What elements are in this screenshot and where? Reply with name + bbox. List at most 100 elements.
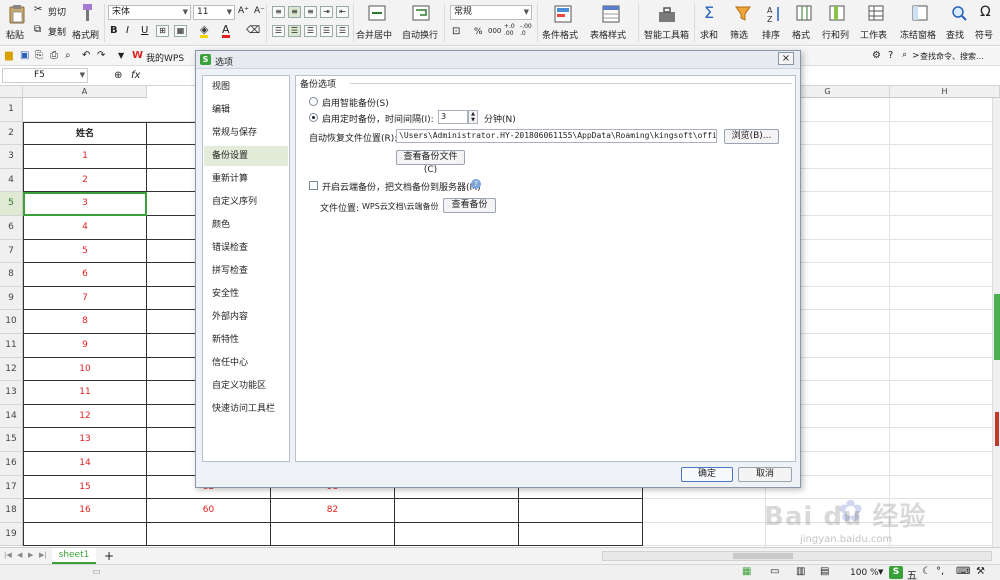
table-cell[interactable]: 6 (23, 263, 147, 287)
smart-backup-radio[interactable] (309, 97, 318, 106)
zoom-level[interactable]: 100 % (850, 568, 879, 578)
row-header[interactable]: 4 (0, 168, 23, 193)
border-icon[interactable]: ▦ (174, 25, 187, 37)
ime-mode[interactable]: 五 (907, 567, 917, 580)
interval-stepper[interactable]: ▲ ▼ (468, 110, 478, 124)
increase-decimal-button[interactable]: +.0 .00 (504, 23, 518, 37)
currency-icon[interactable]: ⊡ (452, 26, 460, 37)
worksheet-button[interactable]: 工作表 (858, 3, 894, 43)
nav-item[interactable]: 常规与保存 (204, 123, 288, 143)
table-cell[interactable]: 10 (23, 357, 147, 382)
normal-view-icon[interactable]: ▦ (742, 566, 751, 577)
table-cell[interactable]: 8 (23, 310, 147, 334)
table-cell[interactable] (395, 522, 519, 547)
dialog-titlebar[interactable]: S 选项 × (196, 51, 800, 69)
add-sheet-button[interactable]: + (104, 549, 114, 563)
wps-home-tab[interactable]: W 我的WPS (132, 49, 196, 64)
underline-button[interactable]: U (141, 25, 148, 36)
align-right-icon[interactable]: ☰ (304, 25, 317, 37)
nav-item[interactable]: 自定义功能区 (204, 376, 288, 396)
help-icon[interactable]: ? (471, 179, 481, 189)
sort-button[interactable]: AZ 排序 (760, 3, 788, 43)
align-middle-icon[interactable]: ≡ (288, 6, 301, 18)
first-sheet-icon[interactable]: |◀ (4, 551, 12, 559)
italic-button[interactable]: I (126, 25, 129, 36)
table-cell[interactable]: 9 (23, 334, 147, 358)
table-cell[interactable]: 12 (23, 404, 147, 429)
row-header[interactable]: 19 (0, 522, 23, 547)
row-header[interactable]: 7 (0, 239, 23, 264)
nav-item[interactable]: 新特性 (204, 330, 288, 350)
redo-icon[interactable]: ↷ (97, 50, 105, 61)
interval-input[interactable]: 3 (438, 110, 468, 124)
table-cell[interactable] (395, 499, 519, 523)
ok-button[interactable]: 确定 (681, 467, 733, 482)
paste-button[interactable]: 粘贴 (4, 3, 30, 43)
row-header[interactable]: 11 (0, 334, 23, 358)
comma-button[interactable]: 000 (488, 27, 501, 35)
corner-cell[interactable] (0, 86, 23, 98)
format-painter-button[interactable]: 格式刷 (72, 3, 102, 43)
find-button[interactable]: 查找 (946, 3, 972, 43)
moon-icon[interactable]: ☾ (922, 566, 931, 577)
table-cell[interactable]: 11 (23, 381, 147, 405)
table-cell[interactable]: 14 (23, 452, 147, 476)
distribute-icon[interactable]: ☰ (336, 25, 349, 37)
horizontal-scrollbar[interactable] (602, 551, 992, 561)
preview-icon[interactable]: ⌕ (65, 50, 71, 61)
table-cell[interactable]: 姓名 (23, 121, 147, 146)
number-format-select[interactable]: 常规 ▼ (450, 5, 532, 20)
sheet-tab[interactable]: sheet1 (52, 548, 96, 564)
shrink-font-icon[interactable]: A⁻ (254, 6, 265, 16)
cancel-button[interactable]: 取消 (738, 467, 792, 482)
nav-item[interactable]: 自定义序列 (204, 192, 288, 212)
table-cell[interactable]: 15 (23, 475, 147, 500)
smart-toolbox-button[interactable]: 智能工具箱 (642, 3, 692, 43)
export-icon[interactable]: ⎘ (35, 50, 43, 61)
freeze-button[interactable]: 冻结窗格 (898, 3, 942, 43)
h-scroll-thumb[interactable] (733, 553, 793, 559)
table-cell[interactable] (519, 499, 643, 523)
smart-backup-label[interactable]: 启用智能备份(S) (322, 96, 389, 109)
grow-font-icon[interactable]: A⁺ (238, 6, 249, 16)
font-name-select[interactable]: 宋体 ▼ (108, 5, 191, 20)
timed-backup-radio[interactable] (309, 113, 318, 122)
decrease-decimal-button[interactable]: -.00 .0 (520, 23, 534, 37)
column-header-h[interactable]: H (890, 86, 1000, 98)
nav-item[interactable]: 安全性 (204, 284, 288, 304)
rows-cols-button[interactable]: 行和列 (820, 3, 854, 43)
align-top-icon[interactable]: ≡ (272, 6, 285, 18)
row-header[interactable]: 8 (0, 263, 23, 287)
keyboard-icon[interactable]: ⌨ (956, 566, 970, 577)
cloud-backup-label[interactable]: 开启云端备份，把文档备份到服务器(M) (322, 180, 481, 193)
zoom-dropdown-icon[interactable]: ▼ (878, 568, 883, 576)
row-header[interactable]: 6 (0, 216, 23, 240)
page-break-icon[interactable]: ▥ (796, 566, 805, 577)
read-mode-icon[interactable]: ▤ (820, 566, 829, 577)
format-button[interactable]: 格式 (790, 3, 818, 43)
cloud-backup-checkbox[interactable] (309, 181, 318, 190)
row-header[interactable]: 14 (0, 404, 23, 429)
nav-item[interactable]: 信任中心 (204, 353, 288, 373)
row-header[interactable]: 10 (0, 310, 23, 334)
wrap-text-button[interactable]: 自动换行 (402, 3, 440, 43)
font-size-select[interactable]: 11 ▼ (193, 5, 235, 20)
punctuation-icon[interactable]: °, (936, 566, 944, 577)
nav-item[interactable]: 备份设置 (204, 146, 288, 166)
save-icon[interactable]: ▣ (20, 50, 29, 61)
recovery-path-input[interactable]: \Users\Administrator.HY-201806061155\App… (396, 129, 717, 143)
row-header[interactable]: 15 (0, 428, 23, 452)
command-search[interactable]: ⌕ > 查找命令、搜索... (902, 50, 998, 64)
browse-button[interactable]: 浏览(B)... (724, 129, 779, 144)
prev-sheet-icon[interactable]: ◀ (17, 551, 22, 559)
column-header-a[interactable]: A (23, 86, 147, 98)
conditional-format-button[interactable]: 条件格式 (540, 3, 586, 43)
indent-icon[interactable]: ⇥ (320, 6, 333, 18)
table-cell[interactable]: 4 (23, 216, 147, 240)
nav-item[interactable]: 快速访问工具栏 (204, 399, 288, 419)
row-header[interactable]: 5 (0, 192, 23, 216)
nav-item[interactable]: 编辑 (204, 100, 288, 120)
table-cell[interactable]: 7 (23, 286, 147, 311)
align-center-icon[interactable]: ☰ (288, 25, 301, 37)
undo-icon[interactable]: ↶ (82, 50, 90, 61)
